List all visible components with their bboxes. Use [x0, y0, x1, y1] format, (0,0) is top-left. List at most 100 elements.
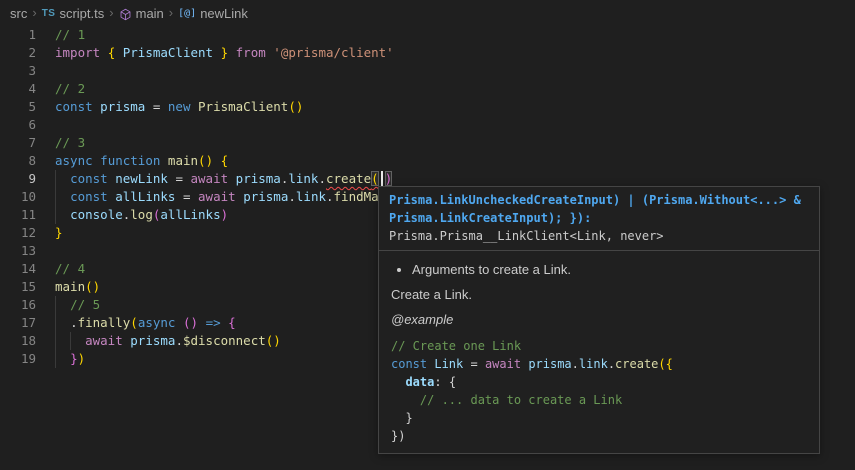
docs-code-line: }): [391, 427, 807, 445]
code-token: await: [485, 357, 521, 371]
indent-guide: [55, 332, 56, 350]
code-token: [55, 297, 70, 312]
code-line-3[interactable]: [0, 62, 855, 80]
docs-bullet-list: Arguments to create a Link.: [391, 262, 807, 278]
symbol-variable-icon: [@]: [178, 8, 196, 19]
code-token: prisma: [130, 333, 175, 348]
code-token: [190, 99, 198, 114]
code-token: Prisma.LinkCreateInput); }):: [389, 211, 591, 225]
code-token: // 1: [55, 27, 85, 42]
docs-code-line: const Link = await prisma.link.create({: [391, 355, 807, 373]
breadcrumb-label: script.ts: [59, 6, 104, 21]
code-token: async: [55, 153, 93, 168]
indent-guide: [70, 332, 71, 350]
docs-code-line: // ... data to create a Link: [391, 391, 807, 409]
code-token: =: [175, 189, 198, 204]
code-token: =: [168, 171, 191, 186]
hover-signature-line: Prisma.Prisma__LinkClient<Link, never>: [389, 227, 809, 245]
breadcrumb-label: newLink: [200, 6, 248, 21]
code-token: // 4: [55, 261, 85, 276]
code-token: [213, 153, 221, 168]
code-token: [391, 393, 420, 407]
breadcrumb-bar: src › TSscript.ts › main › [@] newLink: [0, 0, 855, 26]
code-token: create: [615, 357, 658, 371]
code-token: =: [463, 357, 485, 371]
code-token: .: [318, 171, 326, 186]
symbol-function-icon: [119, 8, 132, 21]
code-token: async: [138, 315, 176, 330]
code-token: .: [288, 189, 296, 204]
docs-code-line: // Create one Link: [391, 337, 807, 355]
code-line-8[interactable]: async function main() {: [0, 152, 855, 170]
code-token: [442, 375, 449, 389]
code-token: '@prisma/client': [273, 45, 393, 60]
indent-guide: [55, 350, 56, 368]
indent-guide: [55, 296, 56, 314]
indent-guide: [55, 206, 56, 224]
code-token: await: [85, 333, 123, 348]
code-token: :: [434, 375, 441, 389]
code-token: }: [405, 411, 412, 425]
code-token: finally: [78, 315, 131, 330]
code-token: main: [168, 153, 198, 168]
breadcrumb-separator: ›: [169, 5, 173, 20]
code-token: (: [85, 279, 93, 294]
code-token: const: [70, 189, 108, 204]
code-token: {: [449, 375, 456, 389]
code-line-7[interactable]: // 3: [0, 134, 855, 152]
code-token: // Create one Link: [391, 339, 521, 353]
breadcrumb-label: main: [136, 6, 164, 21]
code-token: Link: [434, 357, 463, 371]
code-token: =>: [206, 315, 221, 330]
code-token: $disconnect: [183, 333, 266, 348]
code-line-1[interactable]: // 1: [0, 26, 855, 44]
hover-tooltip: Prisma.LinkUncheckedCreateInput) | (Pris…: [378, 186, 820, 454]
code-line-5[interactable]: const prisma = new PrismaClient(): [0, 98, 855, 116]
hover-docs: Arguments to create a Link. Create a Lin…: [379, 251, 819, 453]
docs-bullet-item: Arguments to create a Link.: [412, 262, 807, 278]
code-token: [213, 45, 221, 60]
code-token: // 3: [55, 135, 85, 150]
code-token: Prisma.LinkUncheckedCreateInput) | (Pris…: [389, 193, 801, 207]
ts-file-icon: TS: [42, 8, 56, 19]
hover-signature: Prisma.LinkUncheckedCreateInput) | (Pris…: [379, 187, 819, 250]
code-token: create: [326, 171, 371, 186]
breadcrumb-item-newLink[interactable]: [@] newLink: [178, 6, 248, 21]
code-token: ): [221, 207, 229, 222]
code-token: [198, 315, 206, 330]
breadcrumb-label: src: [10, 6, 27, 21]
code-token: [55, 171, 70, 186]
code-token: findMa: [334, 189, 379, 204]
indent-guide: [55, 314, 56, 332]
code-line-4[interactable]: // 2: [0, 80, 855, 98]
code-token: [55, 315, 70, 330]
code-token: link: [296, 189, 326, 204]
code-line-2[interactable]: import { PrismaClient } from '@prisma/cl…: [0, 44, 855, 62]
text-cursor: [381, 171, 383, 186]
code-token: PrismaClient: [198, 99, 288, 114]
code-token: await: [198, 189, 236, 204]
breadcrumb-separator: ›: [32, 5, 36, 20]
code-token: [391, 411, 405, 425]
code-token: .: [572, 357, 579, 371]
breadcrumb-separator: ›: [109, 5, 113, 20]
code-token: function: [100, 153, 160, 168]
code-token: [100, 45, 108, 60]
code-token: [160, 153, 168, 168]
indent-guide: [55, 170, 56, 188]
code-token: console: [70, 207, 123, 222]
code-token: ): [191, 315, 199, 330]
code-token: }: [55, 225, 63, 240]
docs-code-line: data: {: [391, 373, 807, 391]
code-token: [55, 189, 70, 204]
code-token: [55, 351, 70, 366]
code-token: await: [191, 171, 229, 186]
breadcrumb-item-main[interactable]: main: [119, 6, 164, 21]
code-token: {: [666, 357, 673, 371]
breadcrumb-item-script.ts[interactable]: TSscript.ts: [42, 6, 105, 21]
docs-paragraph: Create a Link.: [391, 287, 807, 303]
breadcrumb-item-src[interactable]: src: [10, 6, 27, 21]
code-token: new: [168, 99, 191, 114]
code-token: .: [70, 315, 78, 330]
code-line-6[interactable]: [0, 116, 855, 134]
